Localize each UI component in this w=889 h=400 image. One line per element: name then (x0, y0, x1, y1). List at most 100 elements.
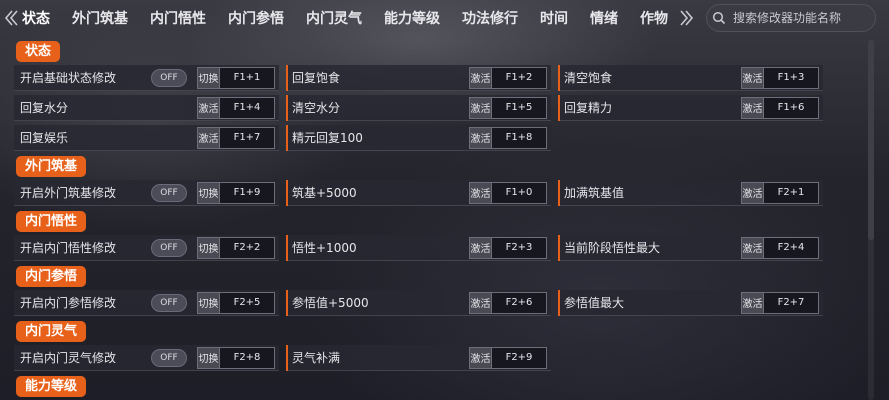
option-item: 加满筑基值 激活 F2+1 (558, 180, 823, 206)
accent-bar (286, 345, 288, 371)
hotkey-field[interactable]: F1+1 (219, 66, 275, 89)
activate-button[interactable]: 激活 (741, 181, 763, 204)
option-item: 回复饱食 激活 F1+2 (286, 65, 551, 91)
hotkey-field[interactable]: F2+3 (491, 236, 547, 259)
hotkey-field[interactable]: F2+6 (491, 291, 547, 314)
tab-5[interactable]: 能力等级 (384, 8, 440, 28)
toggle-switch[interactable]: OFF (151, 238, 187, 257)
tab-7[interactable]: 时间 (540, 8, 568, 28)
scrollbar-thumb[interactable] (868, 40, 874, 240)
activate-button[interactable]: 激活 (469, 346, 491, 369)
tab-bar: 状态 外门筑基 内门悟性 内门参悟 内门灵气 能力等级 功法修行 时间 情绪 作物 (22, 0, 690, 36)
activate-button[interactable]: 激活 (469, 291, 491, 314)
activate-button[interactable]: 激活 (469, 236, 491, 259)
option-row: 开启内门灵气修改 OFF 切换 F2+8 灵气补满 激活 F2+9 (14, 345, 859, 371)
tab-6[interactable]: 功法修行 (462, 8, 518, 28)
tab-1[interactable]: 外门筑基 (72, 8, 128, 28)
accent-bar (286, 180, 288, 206)
option-item: 回复精力 激活 F1+6 (558, 95, 823, 121)
option-item: 开启内门悟性修改 OFF 切换 F2+2 (14, 235, 279, 261)
hotkey-field[interactable]: F2+8 (219, 346, 275, 369)
accent-bar (558, 180, 560, 206)
switch-button[interactable]: 切换 (197, 66, 219, 89)
option-row: 开启基础状态修改 OFF 切换 F1+1 回复饱食 激活 F1+2 清空饱食 激活 F1+3 (14, 65, 859, 91)
accent-bar (558, 65, 560, 91)
activate-button[interactable]: 激活 (197, 126, 219, 149)
hotkey-field[interactable]: F2+1 (763, 181, 819, 204)
search-box[interactable] (706, 4, 876, 32)
option-item: 开启内门参悟修改 OFF 切换 F2+5 (14, 290, 279, 316)
option-label: 回复娱乐 (20, 131, 69, 145)
option-item: 回复水分 激活 F1+4 (14, 95, 279, 121)
switch-button[interactable]: 切换 (197, 291, 219, 314)
tab-4[interactable]: 内门灵气 (306, 8, 362, 28)
accent-bar (286, 290, 288, 316)
scrollbar[interactable] (868, 40, 874, 400)
option-label: 筑基+5000 (292, 186, 357, 200)
hotkey-field[interactable]: F2+2 (219, 236, 275, 259)
activate-button[interactable]: 激活 (741, 291, 763, 314)
search-input[interactable] (731, 10, 871, 26)
hotkey-field[interactable]: F2+7 (763, 291, 819, 314)
option-item: 灵气补满 激活 F2+9 (286, 345, 551, 371)
hotkey-field[interactable]: F1+3 (763, 66, 819, 89)
option-label: 参悟值最大 (564, 296, 625, 310)
hotkey-field[interactable]: F1+6 (763, 96, 819, 119)
hotkey-field[interactable]: F1+0 (491, 181, 547, 204)
toggle-switch[interactable]: OFF (151, 348, 187, 367)
hotkey-field[interactable]: F2+9 (491, 346, 547, 369)
accent-bar (558, 95, 560, 121)
accent-bar (286, 65, 288, 91)
tab-2[interactable]: 内门悟性 (150, 8, 206, 28)
tab-3[interactable]: 内门参悟 (228, 8, 284, 28)
toggle-switch[interactable]: OFF (151, 293, 187, 312)
option-row: 开启内门参悟修改 OFF 切换 F2+5 参悟值+5000 激活 F2+6 参悟值最大 激活 F2… (14, 290, 859, 316)
chevron-right-icon[interactable] (676, 0, 698, 36)
option-row: 回复娱乐 激活 F1+7 精元回复100 激活 F1+8 (14, 125, 859, 151)
option-row: 开启外门筑基修改 OFF 切换 F1+9 筑基+5000 激活 F1+0 加满筑基值 激活 F2+… (14, 180, 859, 206)
option-label: 清空饱食 (564, 71, 613, 85)
option-item: 开启内门灵气修改 OFF 切换 F2+8 (14, 345, 279, 371)
toggle-switch[interactable]: OFF (151, 183, 187, 202)
hotkey-field[interactable]: F2+4 (763, 236, 819, 259)
switch-button[interactable]: 切换 (197, 236, 219, 259)
option-item: 清空饱食 激活 F1+3 (558, 65, 823, 91)
activate-button[interactable]: 激活 (741, 96, 763, 119)
hotkey-field[interactable]: F1+8 (491, 126, 547, 149)
empty-cell (558, 125, 823, 151)
option-item: 开启外门筑基修改 OFF 切换 F1+9 (14, 180, 279, 206)
option-row: 开启内门悟性修改 OFF 切换 F2+2 悟性+1000 激活 F2+3 当前阶段悟性最大 激活… (14, 235, 859, 261)
tab-8[interactable]: 情绪 (590, 8, 618, 28)
hotkey-field[interactable]: F1+2 (491, 66, 547, 89)
hotkey-field[interactable]: F2+5 (219, 291, 275, 314)
option-item: 开启基础状态修改 OFF 切换 F1+1 (14, 65, 279, 91)
activate-button[interactable]: 激活 (469, 96, 491, 119)
hotkey-field[interactable]: F1+7 (219, 126, 275, 149)
section-title: 内门参悟 (16, 266, 87, 287)
activate-button[interactable]: 激活 (197, 96, 219, 119)
tab-9[interactable]: 作物 (640, 8, 668, 28)
option-label: 回复饱食 (292, 71, 341, 85)
empty-cell (558, 345, 823, 371)
chevron-left-icon[interactable] (0, 0, 22, 36)
hotkey-field[interactable]: F1+4 (219, 96, 275, 119)
option-label: 参悟值+5000 (292, 296, 369, 310)
hotkey-field[interactable]: F1+9 (219, 181, 275, 204)
switch-button[interactable]: 切换 (197, 181, 219, 204)
option-label: 当前阶段悟性最大 (564, 241, 661, 255)
activate-button[interactable]: 激活 (469, 126, 491, 149)
activate-button[interactable]: 激活 (741, 236, 763, 259)
option-label: 精元回复100 (292, 131, 363, 145)
accent-bar (558, 290, 560, 316)
accent-bar (558, 235, 560, 261)
activate-button[interactable]: 激活 (741, 66, 763, 89)
switch-button[interactable]: 切换 (197, 346, 219, 369)
activate-button[interactable]: 激活 (469, 181, 491, 204)
tab-0[interactable]: 状态 (22, 8, 50, 28)
section-title: 外门筑基 (16, 156, 87, 177)
activate-button[interactable]: 激活 (469, 66, 491, 89)
hotkey-field[interactable]: F1+5 (491, 96, 547, 119)
option-label: 灵气补满 (292, 351, 341, 365)
toggle-switch[interactable]: OFF (151, 68, 187, 87)
search-icon (707, 11, 731, 25)
